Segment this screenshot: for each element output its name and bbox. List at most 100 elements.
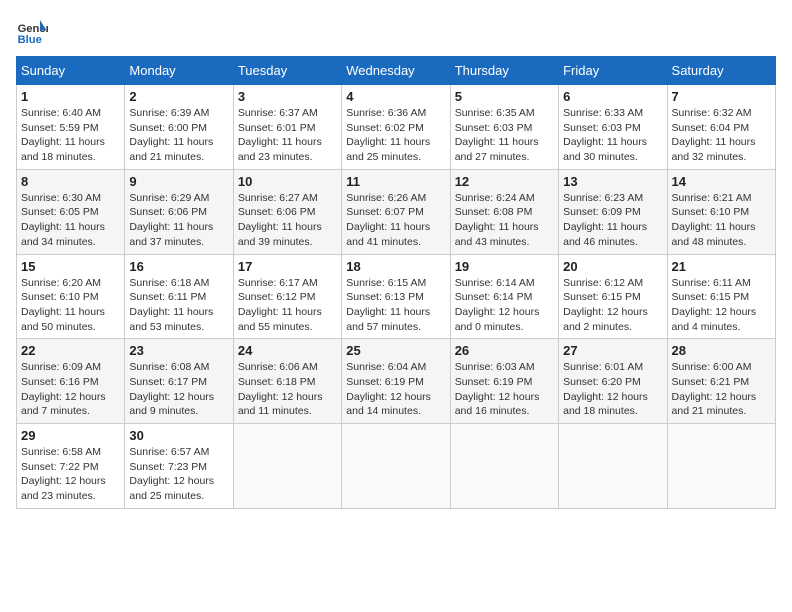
calendar-cell: 3 Sunrise: 6:37 AM Sunset: 6:01 PM Dayli… [233,85,341,170]
day-number: 22 [21,343,120,358]
sunset-label: Sunset: 6:21 PM [672,376,750,388]
calendar-cell: 27 Sunrise: 6:01 AM Sunset: 6:20 PM Dayl… [559,339,667,424]
day-number: 12 [455,174,554,189]
day-number: 29 [21,428,120,443]
logo: General Blue [16,16,52,48]
day-number: 16 [129,259,228,274]
sunset-label: Sunset: 6:15 PM [672,291,750,303]
sunrise-label: Sunrise: 6:33 AM [563,107,643,119]
sunset-label: Sunset: 6:19 PM [346,376,424,388]
svg-text:Blue: Blue [18,34,42,46]
day-info: Sunrise: 6:04 AM Sunset: 6:19 PM Dayligh… [346,360,445,419]
sunset-label: Sunset: 5:59 PM [21,122,99,134]
sunrise-label: Sunrise: 6:37 AM [238,107,318,119]
sunrise-label: Sunrise: 6:26 AM [346,192,426,204]
sunset-label: Sunset: 6:01 PM [238,122,316,134]
calendar-cell: 30 Sunrise: 6:57 AM Sunset: 7:23 PM Dayl… [125,424,233,509]
sunset-label: Sunset: 6:16 PM [21,376,99,388]
daylight-label: Daylight: 11 hours and 23 minutes. [238,136,322,163]
day-number: 13 [563,174,662,189]
day-number: 14 [672,174,771,189]
sunrise-label: Sunrise: 6:15 AM [346,277,426,289]
day-info: Sunrise: 6:08 AM Sunset: 6:17 PM Dayligh… [129,360,228,419]
sunset-label: Sunset: 6:17 PM [129,376,207,388]
day-info: Sunrise: 6:35 AM Sunset: 6:03 PM Dayligh… [455,106,554,165]
sunset-label: Sunset: 6:12 PM [238,291,316,303]
calendar-cell: 21 Sunrise: 6:11 AM Sunset: 6:15 PM Dayl… [667,254,775,339]
day-info: Sunrise: 6:14 AM Sunset: 6:14 PM Dayligh… [455,276,554,335]
daylight-label: Daylight: 12 hours and 14 minutes. [346,391,431,418]
calendar-cell: 20 Sunrise: 6:12 AM Sunset: 6:15 PM Dayl… [559,254,667,339]
calendar-cell: 16 Sunrise: 6:18 AM Sunset: 6:11 PM Dayl… [125,254,233,339]
day-number: 18 [346,259,445,274]
sunrise-label: Sunrise: 6:14 AM [455,277,535,289]
calendar-cell: 24 Sunrise: 6:06 AM Sunset: 6:18 PM Dayl… [233,339,341,424]
sunset-label: Sunset: 6:19 PM [455,376,533,388]
sunrise-label: Sunrise: 6:17 AM [238,277,318,289]
daylight-label: Daylight: 11 hours and 25 minutes. [346,136,430,163]
day-number: 10 [238,174,337,189]
day-number: 15 [21,259,120,274]
sunset-label: Sunset: 6:15 PM [563,291,641,303]
day-info: Sunrise: 6:39 AM Sunset: 6:00 PM Dayligh… [129,106,228,165]
sunset-label: Sunset: 6:14 PM [455,291,533,303]
day-info: Sunrise: 6:06 AM Sunset: 6:18 PM Dayligh… [238,360,337,419]
day-info: Sunrise: 6:03 AM Sunset: 6:19 PM Dayligh… [455,360,554,419]
daylight-label: Daylight: 11 hours and 48 minutes. [672,221,756,248]
sunrise-label: Sunrise: 6:04 AM [346,361,426,373]
daylight-label: Daylight: 12 hours and 16 minutes. [455,391,540,418]
day-info: Sunrise: 6:27 AM Sunset: 6:06 PM Dayligh… [238,191,337,250]
sunrise-label: Sunrise: 6:30 AM [21,192,101,204]
sunset-label: Sunset: 6:00 PM [129,122,207,134]
daylight-label: Daylight: 11 hours and 55 minutes. [238,306,322,333]
calendar-header-sunday: Sunday [17,57,125,85]
day-info: Sunrise: 6:57 AM Sunset: 7:23 PM Dayligh… [129,445,228,504]
daylight-label: Daylight: 11 hours and 30 minutes. [563,136,647,163]
day-info: Sunrise: 6:29 AM Sunset: 6:06 PM Dayligh… [129,191,228,250]
sunset-label: Sunset: 6:10 PM [672,206,750,218]
daylight-label: Daylight: 12 hours and 23 minutes. [21,475,106,502]
day-info: Sunrise: 6:58 AM Sunset: 7:22 PM Dayligh… [21,445,120,504]
daylight-label: Daylight: 11 hours and 57 minutes. [346,306,430,333]
day-number: 9 [129,174,228,189]
calendar-cell: 2 Sunrise: 6:39 AM Sunset: 6:00 PM Dayli… [125,85,233,170]
sunrise-label: Sunrise: 6:58 AM [21,446,101,458]
calendar-cell [233,424,341,509]
daylight-label: Daylight: 11 hours and 21 minutes. [129,136,213,163]
calendar-cell: 6 Sunrise: 6:33 AM Sunset: 6:03 PM Dayli… [559,85,667,170]
day-info: Sunrise: 6:26 AM Sunset: 6:07 PM Dayligh… [346,191,445,250]
sunrise-label: Sunrise: 6:11 AM [672,277,751,289]
sunset-label: Sunset: 6:20 PM [563,376,641,388]
calendar-cell: 23 Sunrise: 6:08 AM Sunset: 6:17 PM Dayl… [125,339,233,424]
day-info: Sunrise: 6:37 AM Sunset: 6:01 PM Dayligh… [238,106,337,165]
calendar-header-monday: Monday [125,57,233,85]
sunset-label: Sunset: 6:02 PM [346,122,424,134]
sunset-label: Sunset: 6:03 PM [455,122,533,134]
sunset-label: Sunset: 6:06 PM [238,206,316,218]
calendar-cell: 4 Sunrise: 6:36 AM Sunset: 6:02 PM Dayli… [342,85,450,170]
daylight-label: Daylight: 12 hours and 2 minutes. [563,306,648,333]
sunset-label: Sunset: 6:18 PM [238,376,316,388]
calendar-cell [342,424,450,509]
calendar-week-4: 22 Sunrise: 6:09 AM Sunset: 6:16 PM Dayl… [17,339,776,424]
day-info: Sunrise: 6:09 AM Sunset: 6:16 PM Dayligh… [21,360,120,419]
day-info: Sunrise: 6:20 AM Sunset: 6:10 PM Dayligh… [21,276,120,335]
calendar-week-2: 8 Sunrise: 6:30 AM Sunset: 6:05 PM Dayli… [17,169,776,254]
calendar-week-1: 1 Sunrise: 6:40 AM Sunset: 5:59 PM Dayli… [17,85,776,170]
calendar-cell: 15 Sunrise: 6:20 AM Sunset: 6:10 PM Dayl… [17,254,125,339]
calendar-cell: 10 Sunrise: 6:27 AM Sunset: 6:06 PM Dayl… [233,169,341,254]
daylight-label: Daylight: 11 hours and 53 minutes. [129,306,213,333]
daylight-label: Daylight: 11 hours and 37 minutes. [129,221,213,248]
sunrise-label: Sunrise: 6:24 AM [455,192,535,204]
day-number: 19 [455,259,554,274]
sunset-label: Sunset: 6:10 PM [21,291,99,303]
daylight-label: Daylight: 12 hours and 21 minutes. [672,391,757,418]
day-info: Sunrise: 6:23 AM Sunset: 6:09 PM Dayligh… [563,191,662,250]
day-info: Sunrise: 6:21 AM Sunset: 6:10 PM Dayligh… [672,191,771,250]
day-info: Sunrise: 6:32 AM Sunset: 6:04 PM Dayligh… [672,106,771,165]
calendar-cell: 11 Sunrise: 6:26 AM Sunset: 6:07 PM Dayl… [342,169,450,254]
day-info: Sunrise: 6:00 AM Sunset: 6:21 PM Dayligh… [672,360,771,419]
calendar-header-friday: Friday [559,57,667,85]
day-number: 17 [238,259,337,274]
daylight-label: Daylight: 11 hours and 41 minutes. [346,221,430,248]
